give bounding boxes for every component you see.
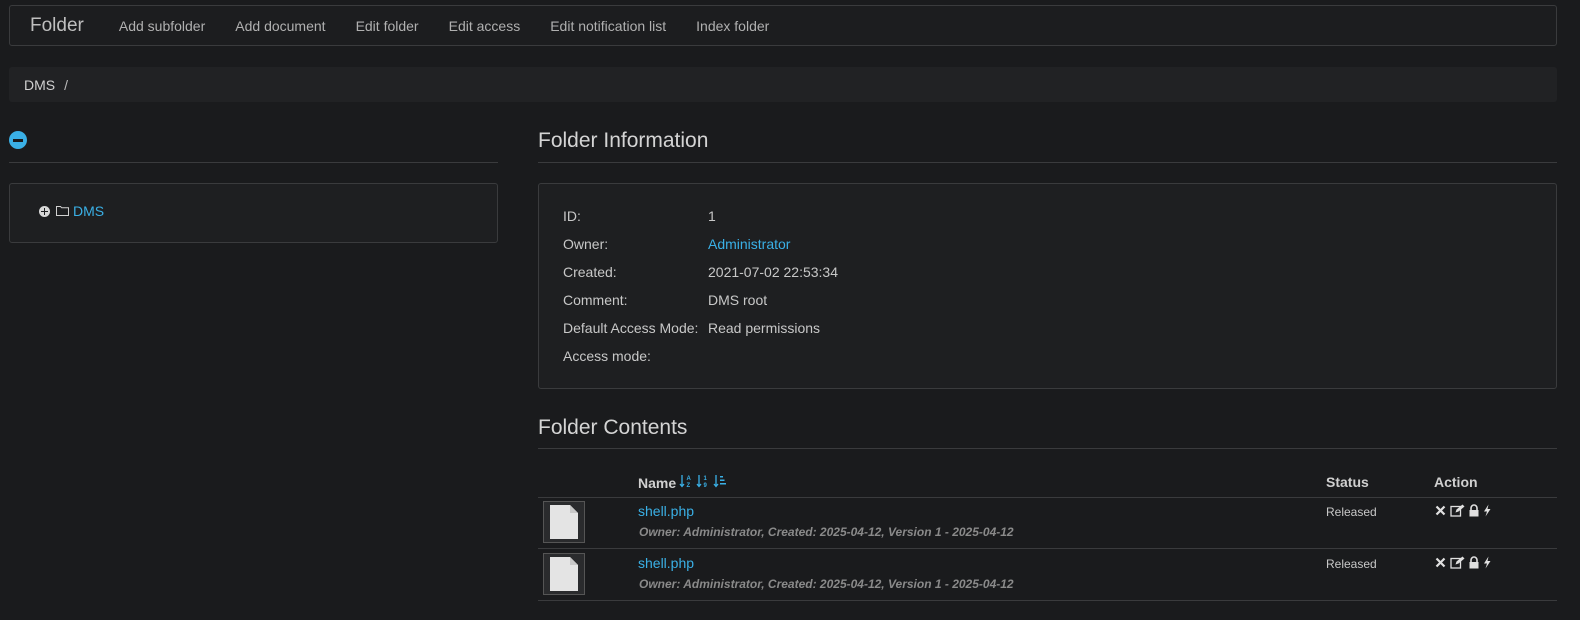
tree-node-root: DMS [39,203,104,219]
plus-circle-icon[interactable] [39,205,50,217]
info-label: Owner: [563,236,609,252]
info-value: Read permissions [708,320,821,336]
table-row: shell.php Owner: Administrator, Created:… [538,498,1557,549]
nav-index-folder[interactable]: Index folder [681,18,784,34]
folder-tree: DMS [9,183,498,243]
divider [9,162,498,163]
breadcrumb-root[interactable]: DMS [24,77,55,93]
top-navbar: Folder Add subfolder Add document Edit f… [9,5,1557,46]
info-value: 1 [708,208,716,224]
breadcrumb: DMS / [9,67,1557,102]
row-actions [1434,504,1492,517]
lock-icon[interactable] [1468,504,1480,517]
tree-label-dms[interactable]: DMS [73,203,104,219]
edit-icon[interactable] [1450,556,1465,569]
owner-link[interactable]: Administrator [708,236,790,252]
info-row-created: Created: 2021-07-02 22:53:34 [563,264,838,280]
svg-text:A: A [687,476,692,482]
nav-edit-access[interactable]: Edit access [434,18,536,34]
delete-icon[interactable] [1434,504,1447,517]
document-name-link[interactable]: shell.php [638,555,694,571]
column-status: Status [1326,474,1369,490]
breadcrumb-separator: / [64,76,69,93]
info-label: Comment: [563,292,628,308]
nav-edit-folder[interactable]: Edit folder [341,18,434,34]
info-row-default-access: Default Access Mode: Read permissions [563,320,820,336]
column-name: Name AZ 19 [638,474,727,491]
svg-text:1: 1 [704,476,708,482]
info-value: DMS root [708,292,768,308]
document-thumbnail[interactable] [543,553,585,595]
divider [538,162,1557,163]
table-header: Name AZ 19 Status Action [538,472,1557,498]
status-badge: Released [1326,557,1377,571]
nav-edit-notification-list[interactable]: Edit notification list [535,18,681,34]
sort-alpha-icon[interactable]: AZ [679,474,693,491]
edit-icon[interactable] [1450,504,1465,517]
nav-add-subfolder[interactable]: Add subfolder [104,18,220,34]
info-row-access-mode: Access mode: [563,348,708,364]
sort-amount-icon[interactable] [713,474,727,491]
document-name-link[interactable]: shell.php [638,503,694,519]
svg-text:9: 9 [704,483,708,488]
info-label: Default Access Mode: [563,320,699,336]
minus-circle-icon[interactable] [9,131,27,149]
folder-icon [56,203,69,219]
nav-add-document[interactable]: Add document [220,18,340,34]
row-actions [1434,556,1492,569]
info-label: Created: [563,264,617,280]
info-row-id: ID: 1 [563,208,716,224]
info-row-owner: Owner: Administrator [563,236,790,252]
sort-numeric-icon[interactable]: 19 [696,474,710,491]
info-row-comment: Comment: DMS root [563,292,767,308]
column-name-label: Name [638,474,677,491]
lock-icon[interactable] [1468,556,1480,569]
folder-info-panel: ID: 1 Owner: Administrator Created: 2021… [538,183,1557,389]
info-label: ID: [563,208,581,224]
navbar-brand[interactable]: Folder [30,15,84,37]
svg-text:Z: Z [687,483,691,488]
document-meta: Owner: Administrator, Created: 2025-04-1… [639,525,1014,539]
info-value: 2021-07-02 22:53:34 [708,264,838,280]
delete-icon[interactable] [1434,556,1447,569]
bolt-icon[interactable] [1483,504,1492,517]
document-thumbnail[interactable] [543,501,585,543]
folder-contents-title: Folder Contents [538,416,688,439]
bolt-icon[interactable] [1483,556,1492,569]
column-action: Action [1434,474,1478,490]
folder-info-title: Folder Information [538,129,709,152]
divider [538,448,1557,449]
document-meta: Owner: Administrator, Created: 2025-04-1… [639,577,1014,591]
status-badge: Released [1326,505,1377,519]
info-label: Access mode: [563,348,651,364]
table-row: shell.php Owner: Administrator, Created:… [538,550,1557,601]
